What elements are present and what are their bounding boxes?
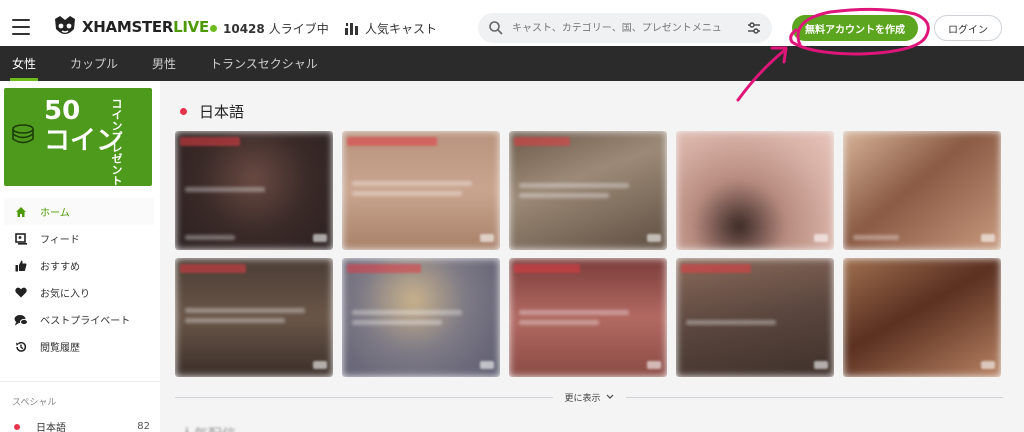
heart-icon [14,286,28,300]
promo-vertical-text: コインプレゼント [110,98,123,186]
live-count-label: 人ライブ中 [268,22,329,36]
sidebar-item-best-private[interactable]: ベストプライベート [4,306,154,333]
history-icon [14,340,28,354]
sidebar-item-home[interactable]: ホーム [4,198,154,225]
filter-icon[interactable] [746,20,762,36]
section-title-japanese: 日本語 [180,101,244,122]
language-count: 82 [137,421,150,432]
hamburger-menu-icon[interactable] [12,19,30,35]
live-count-number: 10428 [223,21,265,36]
stream-card[interactable] [342,131,500,250]
sidebar-item-recommended[interactable]: おすすめ [4,252,154,279]
stream-card[interactable] [843,131,1001,250]
feed-icon [14,232,28,246]
special-section-heading: スペシャル [12,398,57,408]
divider-line [175,396,553,398]
site-logo[interactable]: XHAMSTERLIVE [52,15,209,39]
search-input[interactable] [512,22,742,34]
chevron-down-icon [606,394,613,399]
sidebar-item-label: ホーム [40,208,70,219]
sidebar-divider [0,381,160,382]
logo-text: XHAMSTERLIVE [82,18,209,36]
next-section-title: 人気配信 [180,424,236,432]
stream-card[interactable] [843,258,1001,377]
stream-card[interactable] [509,258,667,377]
show-more-row: 更に表示 [175,389,1004,405]
popular-casts-link[interactable]: 人気キャスト [345,20,437,37]
sidebar-menu: ホーム フィード おすすめ お気に入り ベストプライベート 閲覧履歴 [4,198,154,360]
sidebar-item-label: おすすめ [40,262,80,273]
sidebar-item-label: 閲覧履歴 [40,343,80,354]
stream-card[interactable] [175,258,333,377]
sidebar-item-label: ベストプライベート [40,316,131,327]
chat-bubble-icon [14,313,28,327]
stream-grid [175,131,1003,377]
live-dot-icon [180,108,187,115]
language-dot-icon [14,423,20,430]
sidebar: 50 コイン コインプレゼント ホーム フィード おすすめ お気に入り ベストプ… [0,81,160,432]
divider-line [625,396,1004,398]
tab-men[interactable]: 男性 [146,46,182,81]
search-icon [489,21,503,35]
popular-casts-label: 人気キャスト [365,22,438,36]
tab-trans[interactable]: トランスセクシャル [204,46,324,81]
language-label: 日本語 [36,423,66,432]
home-icon [14,205,28,219]
stream-card[interactable] [676,258,834,377]
sidebar-item-history[interactable]: 閲覧履歴 [4,333,154,360]
show-more-button[interactable]: 更に表示 [553,391,626,404]
stream-card[interactable] [509,131,667,250]
logo-mark-icon [55,16,75,34]
login-button[interactable]: ログイン [934,15,1002,41]
section-title-text: 日本語 [199,103,245,121]
sidebar-language-japanese[interactable]: 日本語 82 [14,419,150,432]
sidebar-item-label: お気に入り [40,289,90,300]
thumbs-up-icon [14,259,28,273]
coins-icon [12,124,34,144]
search-bar [478,13,772,43]
bar-chart-icon [345,22,358,35]
sidebar-item-label: フィード [40,235,80,246]
sidebar-item-favorites[interactable]: お気に入り [4,279,154,306]
stream-card[interactable] [676,131,834,250]
sidebar-item-feed[interactable]: フィード [4,225,154,252]
live-count: 10428 人ライブ中 [210,20,329,37]
category-tabs: 女性 カップル 男性 トランスセクシャル [0,46,1024,81]
coin-promo-banner[interactable]: 50 コイン コインプレゼント [4,88,152,186]
live-dot-icon [210,25,217,32]
tab-couples[interactable]: カップル [64,46,124,81]
stream-card[interactable] [342,258,500,377]
stream-card[interactable] [175,131,333,250]
create-free-account-button[interactable]: 無料アカウントを作成 [792,15,918,41]
tab-women[interactable]: 女性 [6,46,42,81]
